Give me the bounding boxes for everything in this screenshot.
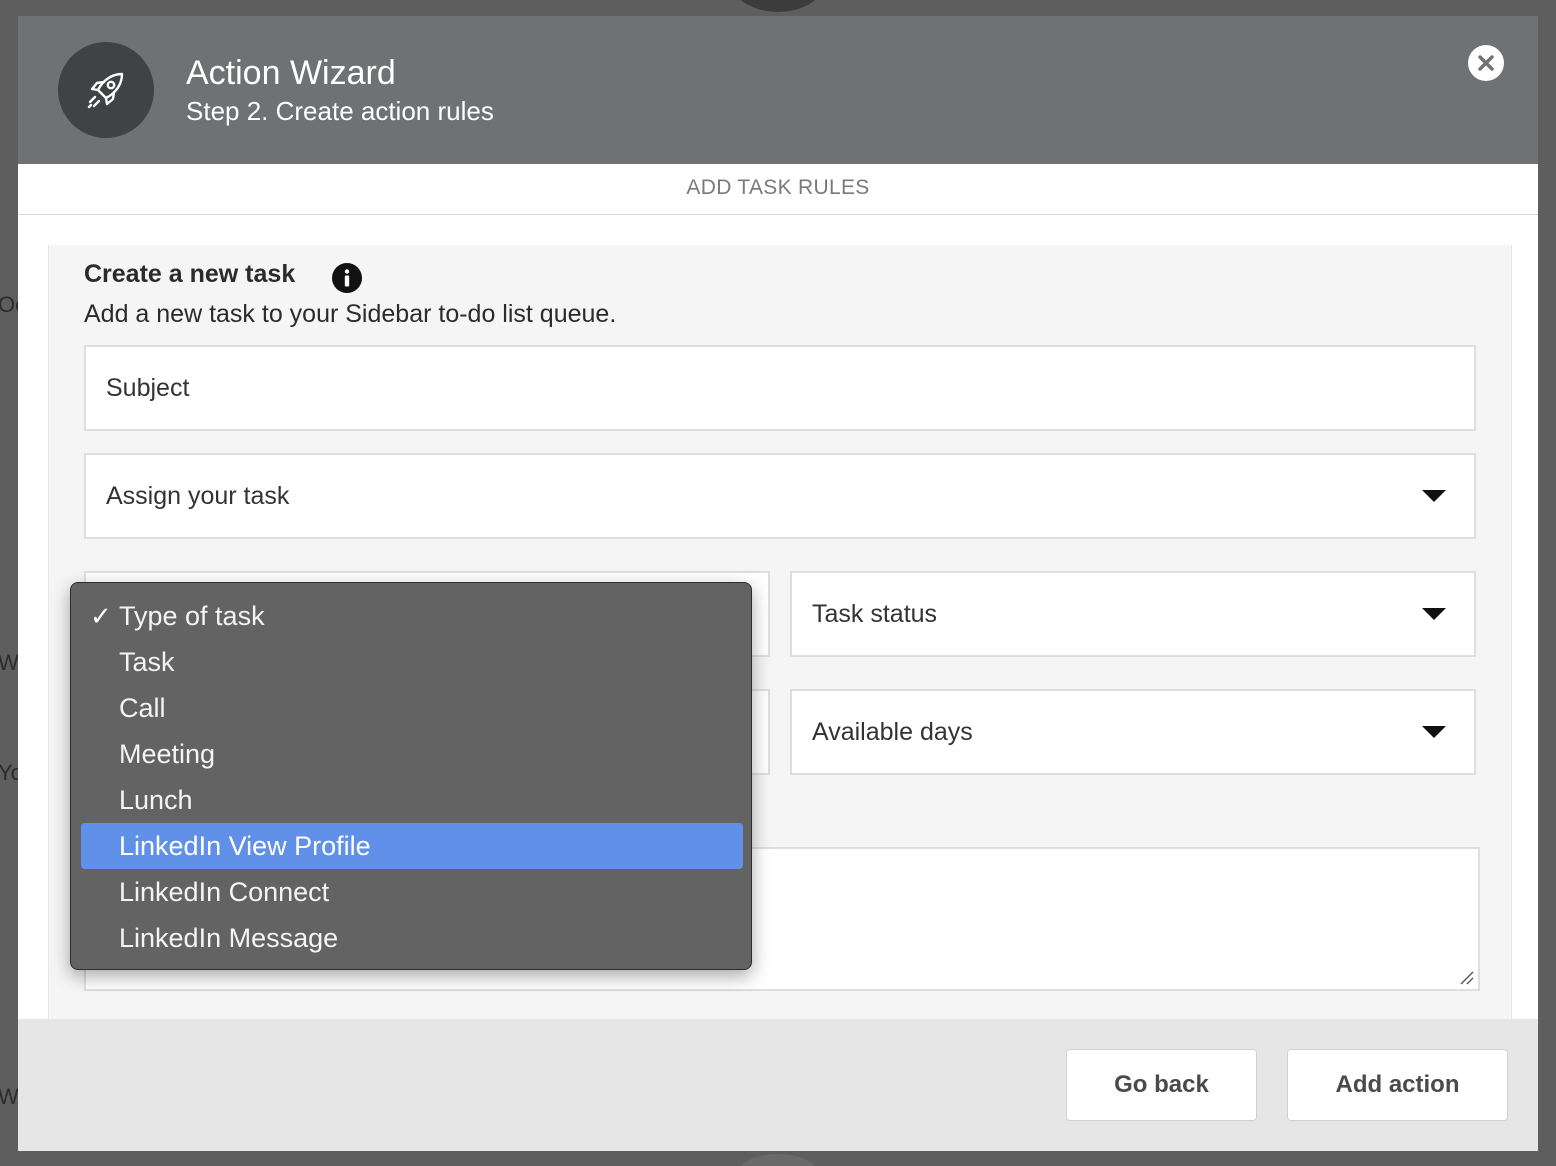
menu-item-meeting[interactable]: Meeting [81,731,743,777]
checkmark-icon: ✓ [90,601,112,631]
background-text-fragment: W [0,1084,19,1109]
info-icon[interactable] [332,263,362,293]
menu-item-lunch[interactable]: Lunch [81,777,743,823]
menu-item-linkedin-connect[interactable]: LinkedIn Connect [81,869,743,915]
background-text-fragment: W [0,650,19,675]
menu-item-type-of-task[interactable]: ✓ Type of task [81,593,743,639]
section-title: ADD TASK RULES [18,164,1538,215]
menu-item-linkedin-view-profile[interactable]: LinkedIn View Profile [81,823,743,869]
menu-item-label: Task [119,647,175,677]
resize-handle-icon[interactable] [1458,969,1474,985]
rocket-icon [58,42,154,138]
menu-item-label: Lunch [119,785,193,815]
modal-header: Action Wizard Step 2. Create action rule… [18,16,1538,164]
menu-item-label: LinkedIn Message [119,923,339,953]
available-days-value: Available days [812,717,973,746]
panel-description: Add a new task to your Sidebar to-do lis… [84,300,617,328]
menu-item-label: LinkedIn Connect [119,877,330,907]
menu-item-call[interactable]: Call [81,685,743,731]
background-avatar-bottom [738,1154,818,1166]
chevron-down-icon [1422,726,1446,738]
panel-title: Create a new task [84,260,296,288]
modal-title: Action Wizard [186,54,396,92]
task-type-dropdown-menu: ✓ Type of task Task Call Meeting Lunch L… [70,582,752,970]
menu-item-label: Type of task [119,601,265,631]
chevron-down-icon [1422,608,1446,620]
assign-task-value: Assign your task [106,481,290,510]
menu-item-label: LinkedIn View Profile [119,831,371,861]
go-back-button[interactable]: Go back [1066,1049,1257,1121]
menu-item-label: Call [119,693,166,723]
add-action-button[interactable]: Add action [1287,1049,1508,1121]
menu-item-task[interactable]: Task [81,639,743,685]
task-status-select[interactable]: Task status [790,571,1476,657]
modal-subtitle: Step 2. Create action rules [186,96,494,126]
background-avatar-top [728,0,828,12]
menu-item-label: Meeting [119,739,216,769]
menu-item-linkedin-message[interactable]: LinkedIn Message [81,915,743,961]
task-status-value: Task status [812,599,938,628]
available-days-select[interactable]: Available days [790,689,1476,775]
chevron-down-icon [1422,490,1446,502]
subject-field[interactable] [84,345,1476,431]
assign-task-select[interactable]: Assign your task [84,453,1476,539]
modal-footer: Go back Add action [18,1019,1538,1151]
subject-input[interactable] [106,373,1474,403]
close-icon[interactable] [1468,45,1504,81]
